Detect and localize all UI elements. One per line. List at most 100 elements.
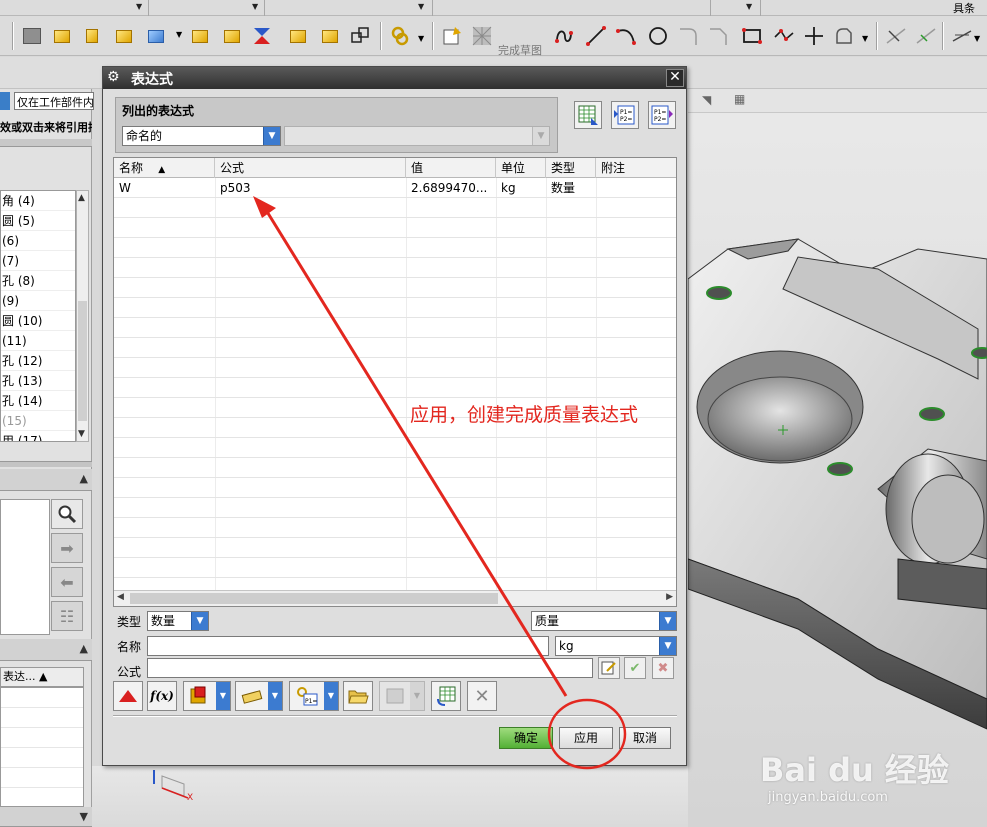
arc-icon[interactable] [614,24,638,48]
finish-sketch-label[interactable]: 完成草图 [498,42,542,58]
scope-filter-select[interactable]: 仅在工作部件内 [14,92,94,110]
feature-list[interactable]: 角 (4) 圆 (5) (6) (7) 孔 (8) (9) 圆 (10) (11) 孔 … [0,190,76,442]
section-header[interactable]: ▲ [0,639,92,661]
feature-list-item[interactable]: (9) [1,291,75,311]
chevron-down-icon[interactable]: ▼ [324,682,338,710]
table-row[interactable] [114,298,676,318]
dialog-titlebar[interactable]: ⚙ 表达式 ✕ [103,67,686,89]
function-icon[interactable]: f(x) [147,681,177,711]
column-header-formula[interactable]: 公式 [215,158,406,178]
feature-list-item[interactable]: 孔 (14) [1,391,75,411]
feature-list-item[interactable]: 孔 (8) [1,271,75,291]
column-header-value[interactable]: 值 [406,158,496,178]
table-row[interactable] [114,538,676,558]
scroll-thumb[interactable] [130,593,498,604]
search-icon[interactable] [51,499,83,529]
scroll-right-icon[interactable]: ▶ [666,592,673,602]
table-row[interactable] [114,358,676,378]
expression-table[interactable] [0,687,84,807]
spreadsheet-edit-icon[interactable] [574,101,602,129]
type-select[interactable]: 数量 ▼ [147,611,209,631]
grid-horizontal-scrollbar[interactable]: ◀ ▶ [114,590,676,606]
feature-list-item[interactable]: 孔 (12) [1,351,75,371]
feature-list-item[interactable]: (6) [1,231,75,251]
scroll-thumb[interactable] [78,301,87,421]
feature-list-item[interactable]: (7) [1,251,75,271]
section-header[interactable]: ▲ [0,469,92,491]
chevron-down-icon[interactable]: ▼ [862,34,868,43]
add-component-icon[interactable] [112,24,136,48]
feature-list-scrollbar[interactable]: ▲ ▼ [76,190,89,442]
table-row[interactable] [114,198,676,218]
circle-icon[interactable] [646,24,670,48]
formula-field[interactable] [147,658,593,678]
link-icon[interactable] [388,24,412,48]
edit-formula-icon[interactable] [598,657,620,679]
arrow-right-icon[interactable]: ➡ [51,533,83,563]
finish-sketch-icon[interactable] [470,24,494,48]
reference-icon[interactable]: ▼ [235,681,283,711]
filter-dropdown-button[interactable] [0,92,10,110]
table-row[interactable] [114,558,676,578]
table-row[interactable] [114,478,676,498]
expression-grid[interactable]: 名称 ▲ 公式 值 单位 类型 附注 Wp503 2.6899470... kg 数量… [113,157,677,607]
chevron-up-icon[interactable]: ▲ [80,642,88,655]
line-icon[interactable] [584,24,608,48]
chevron-down-icon[interactable]: ▼ [659,637,676,655]
column-header-note[interactable]: 附注 [596,158,676,178]
table-row[interactable] [114,338,676,358]
table-row[interactable] [114,378,676,398]
mate-icon[interactable] [188,24,212,48]
feature-list-item[interactable]: 圆 (10) [1,311,75,331]
cancel-button[interactable]: 取消 [619,727,671,749]
graphics-viewport-bottom[interactable]: X [92,766,688,827]
fillet-icon[interactable] [676,24,700,48]
chevron-down-icon[interactable]: ▼ [216,682,230,710]
refresh-spreadsheet-icon[interactable] [431,681,461,711]
name-field[interactable] [147,636,549,656]
reject-edit-icon[interactable]: ✖ [652,657,674,679]
reference-list[interactable] [0,499,50,635]
accept-edit-icon[interactable]: ✔ [624,657,646,679]
scroll-down-icon[interactable]: ▼ [78,429,85,439]
explode-icon[interactable] [286,24,310,48]
chevron-down-icon[interactable]: ▼ [252,2,258,11]
offset-curve-icon[interactable] [832,24,856,48]
gear-icon[interactable]: ⚙ [107,69,120,85]
sketch-icon[interactable] [20,24,44,48]
graphics-viewport[interactable] [688,89,987,827]
unit-select[interactable]: kg ▼ [555,636,677,656]
wave-link-icon[interactable] [348,24,372,48]
view-grid-icon[interactable]: ▦ [734,92,745,106]
panel-splitter[interactable] [0,461,92,467]
expression-column-header[interactable]: 表达... ▲ [0,667,84,687]
dimension-select[interactable]: 质量 ▼ [531,611,677,631]
interpart-link-icon[interactable]: P1= ▼ [289,681,339,711]
constraint-icon[interactable] [250,24,274,48]
chevron-down-icon[interactable]: ▼ [418,34,424,43]
extend-icon[interactable] [914,24,938,48]
column-header-name[interactable]: 名称 ▲ [114,158,215,178]
arrow-left-icon[interactable]: ⬅ [51,567,83,597]
chevron-down-icon[interactable]: ▼ [746,2,752,11]
table-row[interactable] [114,438,676,458]
feature-list-item[interactable]: 用 (17) [1,431,75,441]
polyline-icon[interactable] [772,24,796,48]
table-row[interactable] [114,498,676,518]
reposition-icon[interactable] [220,24,244,48]
ok-button[interactable]: 确定 [499,727,553,749]
trim-icon[interactable] [884,24,908,48]
feature-list-item[interactable]: 孔 (13) [1,371,75,391]
chevron-down-icon[interactable]: ▼ [136,2,142,11]
section-header[interactable]: ▼ [0,807,92,827]
new-part-icon[interactable] [50,24,74,48]
chevron-down-icon[interactable]: ▼ [191,612,208,630]
view-orient-icon[interactable]: ◥ [702,93,711,107]
scroll-up-icon[interactable]: ▲ [78,193,85,203]
export-expressions-icon[interactable]: P1= P2= [648,101,676,129]
chevron-down-icon[interactable]: ▼ [268,682,282,710]
open-folder-icon[interactable] [343,681,373,711]
chevron-down-icon[interactable]: ▼ [418,2,424,11]
measure-icon[interactable]: ▼ [183,681,231,711]
move-up-icon[interactable] [113,681,143,711]
